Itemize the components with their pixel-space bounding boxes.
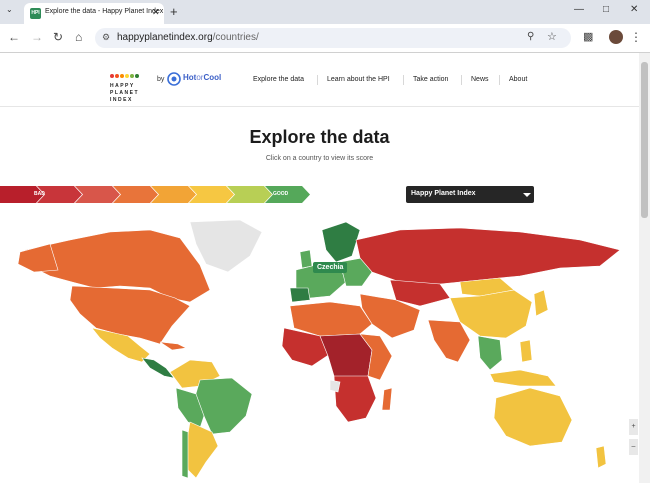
nav-divider — [461, 75, 462, 85]
hpi-logo[interactable]: HAPPY PLANET INDEX — [110, 65, 140, 104]
address-bar[interactable]: ⚙ happyplanetindex.org/countries/ ⚲ ☆ — [95, 28, 571, 48]
logo-line-2: PLANET — [110, 90, 139, 96]
page-subtitle: Click on a country to view its score — [265, 155, 374, 162]
score-legend — [0, 186, 310, 203]
nav-take-action[interactable]: Take action — [413, 76, 448, 83]
url-text[interactable]: happyplanetindex.org/countries/ — [117, 32, 259, 43]
menu-icon[interactable]: ⋮ — [630, 30, 642, 44]
browser-toolbar: ← → ↻ ⌂ ⚙ happyplanetindex.org/countries… — [0, 24, 650, 53]
country-indonesia[interactable] — [489, 369, 557, 387]
favicon-icon: HPI — [30, 8, 41, 19]
zoom-icon[interactable]: ⚲ — [527, 31, 534, 42]
logo-dots — [110, 65, 140, 83]
indicator-select[interactable]: Happy Planet Index — [406, 186, 534, 203]
site-info-icon[interactable]: ⚙ — [102, 32, 110, 43]
legend-bad-label: BAD — [34, 191, 45, 197]
country-madagascar[interactable] — [381, 387, 393, 411]
close-icon[interactable]: ✕ — [152, 7, 160, 18]
home-icon[interactable]: ⌂ — [75, 30, 82, 44]
nav-news[interactable]: News — [471, 76, 489, 83]
nav-explore[interactable]: Explore the data — [253, 76, 304, 83]
nav-divider — [317, 75, 318, 85]
logo-line-3: INDEX — [110, 97, 133, 103]
country-southern-africa[interactable] — [333, 375, 377, 423]
country-australia[interactable] — [493, 387, 573, 447]
country-philippines[interactable] — [519, 339, 533, 363]
back-icon[interactable]: ← — [8, 30, 20, 44]
hotorcool-logo[interactable]: HotorCool — [167, 71, 231, 92]
tab-search-icon[interactable]: ⌄ — [6, 5, 13, 14]
country-india[interactable] — [427, 319, 471, 363]
country-central-america[interactable] — [141, 357, 175, 379]
partner-hot: Hot — [183, 73, 197, 82]
partner-cool: Cool — [203, 73, 222, 82]
bookmark-star-icon[interactable]: ☆ — [547, 30, 557, 43]
page-title: Explore the data — [249, 127, 390, 147]
reload-icon[interactable]: ↻ — [53, 30, 63, 44]
nav-about[interactable]: About — [509, 76, 527, 83]
world-map[interactable] — [0, 210, 639, 483]
country-uk[interactable] — [299, 249, 313, 269]
country-japan[interactable] — [533, 289, 549, 317]
legend-good-label: GOOD — [273, 191, 289, 197]
minimize-icon[interactable]: — — [574, 4, 584, 15]
zoom-out-button[interactable]: – — [629, 439, 638, 455]
nav-divider — [499, 75, 500, 85]
scrollbar-thumb[interactable] — [641, 62, 648, 218]
country-southeast-asia[interactable] — [477, 335, 503, 371]
country-north-africa[interactable] — [289, 301, 373, 337]
zoom-in-button[interactable]: + — [629, 419, 638, 435]
tab-strip: ⌄ HPI Explore the data - Happy Planet In… — [0, 0, 650, 24]
indicator-select-value: Happy Planet Index — [411, 190, 476, 197]
country-russia[interactable] — [355, 227, 621, 285]
chevron-down-icon — [523, 193, 531, 197]
country-greenland[interactable] — [189, 219, 263, 273]
extensions-icon[interactable]: ▩ — [583, 30, 593, 43]
country-brazil[interactable] — [193, 377, 253, 435]
window-close-icon[interactable]: ✕ — [630, 4, 638, 15]
nav-learn[interactable]: Learn about the HPI — [327, 76, 390, 83]
country-tooltip: Czechia — [313, 262, 348, 273]
country-new-zealand[interactable] — [595, 445, 607, 469]
site-header: HAPPY PLANET INDEX by HotorCool Explore … — [0, 53, 639, 107]
logo-line-1: HAPPY — [110, 83, 135, 89]
country-cuba[interactable] — [159, 341, 187, 351]
by-label: by — [157, 76, 165, 83]
nav-divider — [403, 75, 404, 85]
new-tab-icon[interactable]: + — [170, 4, 178, 19]
country-iberia[interactable] — [289, 287, 311, 303]
tab-title: Explore the data - Happy Planet Index — [45, 8, 164, 15]
avatar[interactable] — [609, 30, 623, 44]
forward-icon[interactable]: → — [31, 30, 43, 44]
maximize-icon[interactable]: □ — [603, 4, 609, 15]
browser-tab[interactable]: HPI Explore the data - Happy Planet Inde… — [24, 3, 164, 24]
country-scandinavia[interactable] — [321, 221, 361, 263]
country-sahara-nodata[interactable] — [329, 379, 341, 393]
country-chile[interactable] — [181, 429, 189, 479]
